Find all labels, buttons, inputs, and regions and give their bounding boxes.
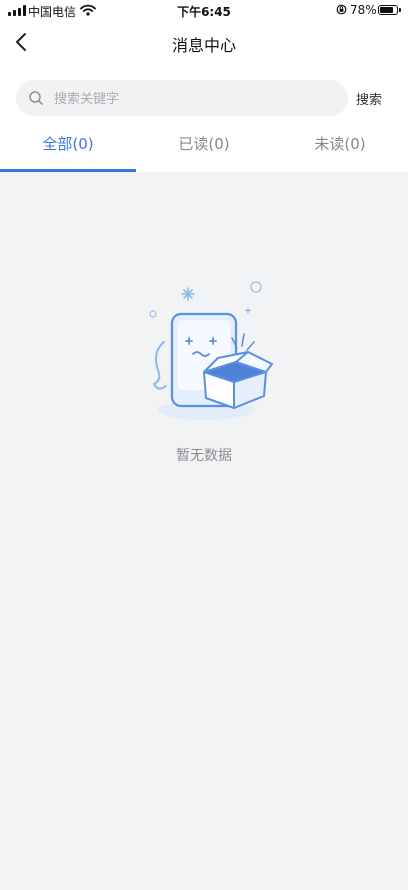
tab-all-label: 全部(0): [42, 135, 94, 153]
search-icon: [29, 91, 43, 105]
active-tab-indicator: [0, 169, 136, 172]
tab-read-label: 已读(0): [178, 135, 230, 153]
orientation-lock-icon: [336, 4, 347, 15]
search-bar: [16, 80, 348, 118]
battery-percent: 78%: [350, 3, 377, 17]
empty-state-text: 暂无数据: [176, 448, 232, 464]
empty-box-illustration: [149, 281, 273, 420]
tab-all[interactable]: 全部(0): [0, 124, 136, 172]
navigation-bar: 消息中心: [0, 22, 408, 64]
page-title: 消息中心: [171, 36, 236, 55]
status-bar: 中国电信 下午6:45 78%: [0, 0, 408, 22]
battery-icon: [378, 5, 401, 15]
search-button[interactable]: 搜索: [356, 89, 382, 108]
header-area: 中国电信 下午6:45 78% 消息中心 搜索 全部(0): [0, 0, 408, 172]
tab-bar: 全部(0) 已读(0) 未读(0): [0, 124, 408, 172]
tab-unread-label: 未读(0): [314, 135, 366, 153]
tab-read[interactable]: 已读(0): [136, 124, 272, 172]
tab-unread[interactable]: 未读(0): [272, 124, 408, 172]
search-input[interactable]: [52, 80, 336, 118]
